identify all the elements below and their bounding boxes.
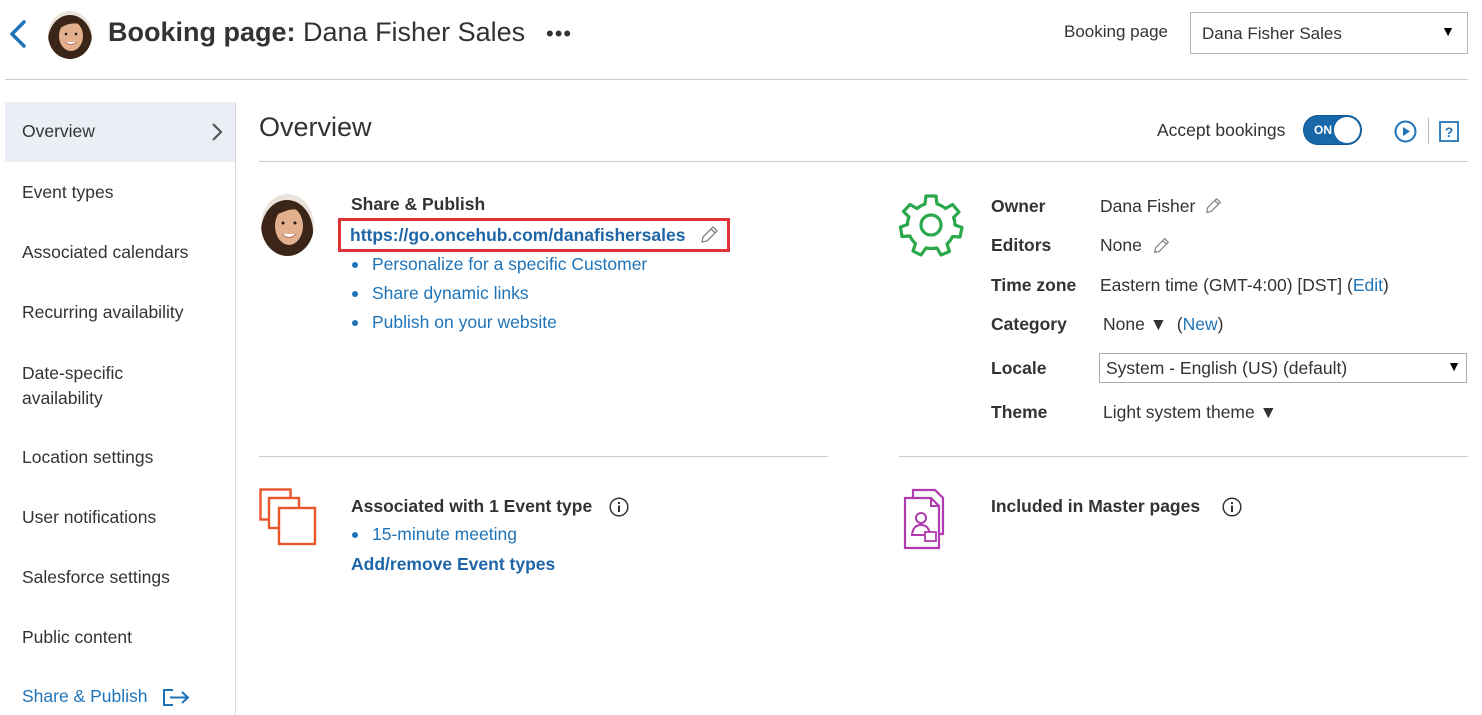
help-icon[interactable]: ? [1439,121,1459,142]
timezone-label: Time zone [991,275,1077,295]
info-icon[interactable] [609,497,629,517]
section-divider [259,456,828,457]
personalize-link[interactable]: Personalize for a specific Customer [372,254,647,275]
theme-label: Theme [991,402,1048,422]
share-out-icon [163,689,190,706]
timezone-edit-link[interactable]: Edit [1353,275,1383,295]
sidebar-item-label: Event types [22,182,114,202]
sidebar-item-overview[interactable]: Overview [5,102,235,162]
timezone-text: Eastern time (GMT-4:00) [DST] ( [1100,275,1353,295]
avatar [48,11,92,59]
booking-page-select[interactable]: Dana Fisher Sales ▼ [1190,12,1468,54]
sidebar-item-label: Overview [22,121,95,141]
gear-icon [898,194,964,257]
share-dynamic-links-link[interactable]: Share dynamic links [372,283,529,304]
timezone-close: ) [1382,275,1389,295]
page-title: Booking page: Dana Fisher Sales [108,17,525,48]
page-header: Booking page: Dana Fisher Sales ••• Book… [0,0,1482,80]
section-divider [899,456,1468,457]
event-types-icon [259,488,317,546]
sidebar: Overview Event types Associated calendar… [5,102,236,715]
master-pages-heading: Included in Master pages [991,496,1201,516]
bullet [352,532,358,538]
locale-select[interactable]: System - English (US) (default) ▼ [1099,353,1467,383]
theme-select[interactable]: Light system theme ▼ [1103,402,1277,423]
event-types-heading: Associated with 1 Event type [351,496,593,516]
overview-title: Overview [259,112,372,142]
toolbar-divider [1428,118,1429,144]
back-chevron-icon[interactable] [6,19,30,49]
caret-down-icon: ▼ [1441,23,1455,39]
play-icon[interactable] [1394,120,1417,143]
sidebar-item-label: Share & Publish [22,686,148,706]
caret-down-icon: ▼ [1447,358,1461,374]
sidebar-item-label: Date-specific availability [22,363,124,408]
sidebar-item-event-types[interactable]: Event types [5,182,235,203]
sidebar-item-salesforce-settings[interactable]: Salesforce settings [5,567,235,588]
category-label: Category [991,314,1067,334]
sidebar-item-share-publish[interactable]: Share & Publish [5,686,235,707]
share-publish-heading: Share & Publish [351,194,486,214]
category-select[interactable]: None ▼ [1103,314,1167,334]
sidebar-item-label: Associated calendars [22,242,189,262]
bullet [352,291,358,297]
locale-label: Locale [991,358,1047,378]
bullet [352,320,358,326]
toggle-knob [1334,117,1360,143]
pencil-icon[interactable] [1151,236,1171,256]
publish-website-link[interactable]: Publish on your website [372,312,557,333]
owner-label: Owner [991,196,1046,216]
category-new-link[interactable]: New [1183,314,1218,334]
add-remove-event-types-link[interactable]: Add/remove Event types [351,554,555,575]
page-title-name: Dana Fisher Sales [303,17,526,47]
sidebar-item-user-notifications[interactable]: User notifications [5,507,235,528]
sidebar-item-label: Salesforce settings [22,567,170,587]
overview-divider [259,161,1468,162]
accept-bookings-label: Accept bookings [1157,120,1286,140]
bullet [352,262,358,268]
booking-page-label: Booking page [1064,22,1168,41]
sidebar-item-label: Public content [22,627,132,647]
sidebar-item-associated-calendars[interactable]: Associated calendars [5,242,235,263]
sidebar-item-label: Recurring availability [22,302,184,322]
event-type-link[interactable]: 15-minute meeting [372,524,517,545]
sidebar-item-recurring-availability[interactable]: Recurring availability [5,302,235,323]
locale-select-value: System - English (US) (default) [1106,358,1348,378]
sidebar-item-label: Location settings [22,447,154,467]
master-page-icon [903,488,945,550]
category-close: ) [1217,314,1224,334]
sidebar-item-public-content[interactable]: Public content [5,627,235,648]
page-title-prefix: Booking page: [108,17,296,47]
more-icon[interactable]: ••• [546,23,572,45]
toggle-state-label: ON [1314,123,1332,137]
accept-bookings-toggle[interactable]: ON [1303,115,1362,145]
sidebar-item-label: User notifications [22,507,157,527]
editors-value: None [1100,235,1142,255]
timezone-value: Eastern time (GMT-4:00) [DST] (Edit) [1100,275,1389,296]
info-icon[interactable] [1222,497,1242,517]
svg-text:?: ? [1445,124,1454,140]
avatar [261,194,314,256]
booking-page-select-value: Dana Fisher Sales [1202,24,1342,43]
booking-page-url-link[interactable]: https://go.oncehub.com/danafishersales [350,225,685,246]
pencil-icon[interactable] [1203,196,1223,216]
owner-value: Dana Fisher [1100,196,1196,216]
editors-label: Editors [991,235,1052,255]
sidebar-item-location-settings[interactable]: Location settings [5,447,235,468]
pencil-icon[interactable] [698,224,720,246]
category-value: None ▼ (New) [1103,314,1223,335]
header-divider [5,79,1468,80]
sidebar-item-date-specific-availability[interactable]: Date-specific availability [5,361,165,411]
chevron-right-icon [212,123,223,141]
